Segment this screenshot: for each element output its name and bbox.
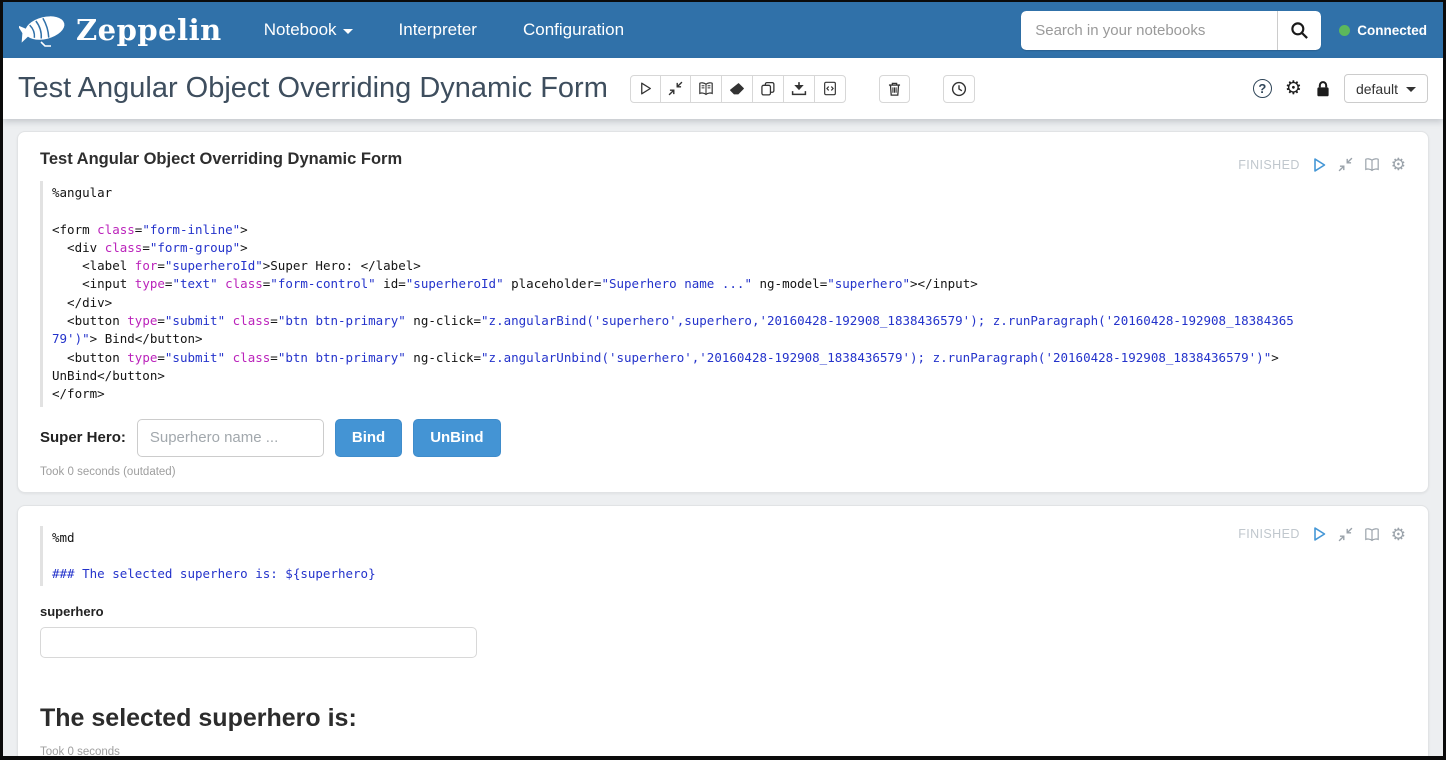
notebook-search	[1021, 11, 1321, 50]
settings-gear-icon: ⚙	[1285, 79, 1302, 98]
zeppelin-brand[interactable]: Zeppelin	[19, 9, 222, 51]
zeppelin-app: Zeppelin Notebook Interpreter Configurat…	[0, 0, 1446, 760]
paragraph-settings-icon[interactable]: ⚙	[1391, 526, 1406, 543]
markdown-output-heading: The selected superhero is:	[40, 704, 1406, 733]
paragraph-settings-icon[interactable]: ⚙	[1391, 156, 1406, 173]
note-settings-button[interactable]: ⚙	[1285, 79, 1302, 98]
code-editor[interactable]: %md ### The selected superhero is: ${sup…	[40, 526, 1406, 587]
paragraph-angular-form: FINISHED ⚙ Test Angular Object Overridin…	[17, 131, 1429, 493]
interpreter-binding-dropdown[interactable]: default	[1344, 74, 1428, 103]
superhero-dynamic-form-input[interactable]	[40, 627, 477, 658]
paragraph-controls: FINISHED ⚙	[1238, 526, 1406, 543]
permissions-button[interactable]	[1315, 80, 1331, 98]
trash-icon	[887, 81, 902, 97]
note-action-bar: Test Angular Object Overriding Dynamic F…	[3, 58, 1443, 119]
note-toolbar-right: ? ⚙ default	[1253, 74, 1428, 103]
clear-output-button[interactable]	[721, 75, 753, 103]
export-note-button[interactable]	[783, 75, 815, 103]
nav-item-configuration[interactable]: Configuration	[523, 20, 624, 40]
collapse-icon	[668, 81, 683, 96]
note-toolbar-group	[630, 75, 846, 103]
collapse-paragraph-icon[interactable]	[1338, 157, 1353, 172]
collapse-all-button[interactable]	[660, 75, 691, 103]
show-editor-icon[interactable]	[1364, 527, 1380, 542]
note-title[interactable]: Test Angular Object Overriding Dynamic F…	[18, 72, 608, 105]
clock-icon	[951, 81, 967, 97]
execution-time: Took 0 seconds (outdated)	[40, 466, 1406, 478]
superhero-input[interactable]	[137, 419, 324, 457]
run-all-paragraphs-button[interactable]	[630, 75, 661, 103]
zeppelin-blimp-icon	[19, 9, 67, 51]
search-input[interactable]	[1021, 11, 1277, 50]
top-navbar: Zeppelin Notebook Interpreter Configurat…	[3, 2, 1443, 58]
run-all-icon	[638, 81, 653, 96]
chevron-down-icon	[1406, 87, 1416, 92]
run-paragraph-icon[interactable]	[1311, 526, 1327, 542]
collapse-paragraph-icon[interactable]	[1338, 527, 1353, 542]
status-badge: FINISHED	[1238, 527, 1300, 541]
scheduler-button[interactable]	[943, 75, 975, 103]
bind-button[interactable]: Bind	[335, 419, 402, 457]
remove-note-button[interactable]	[879, 75, 910, 103]
run-paragraph-icon[interactable]	[1311, 157, 1327, 173]
code-editor[interactable]: %angular <form class="form-inline"> <div…	[40, 181, 1406, 407]
search-button[interactable]	[1277, 11, 1321, 50]
show-editor-icon[interactable]	[1364, 157, 1380, 172]
unbind-button[interactable]: UnBind	[413, 419, 500, 457]
code-download-icon	[822, 81, 838, 96]
superhero-label: Super Hero:	[40, 429, 126, 446]
shortcut-help-button[interactable]: ?	[1253, 79, 1272, 98]
paragraph-markdown: FINISHED ⚙ %md ### The selected superher…	[17, 505, 1429, 760]
connection-label: Connected	[1357, 23, 1427, 38]
paragraph-title: Test Angular Object Overriding Dynamic F…	[40, 150, 1406, 169]
execution-time: Took 0 seconds	[40, 746, 1406, 758]
export-icon	[791, 81, 807, 96]
lock-icon	[1315, 80, 1331, 98]
search-icon	[1290, 21, 1309, 40]
brand-name: Zeppelin	[76, 13, 222, 47]
connected-dot-icon	[1339, 25, 1350, 36]
show-hide-code-button[interactable]	[690, 75, 722, 103]
angular-output-form: Super Hero: Bind UnBind	[40, 419, 1406, 457]
nav-item-notebook[interactable]: Notebook	[264, 20, 353, 40]
nav-item-interpreter[interactable]: Interpreter	[399, 20, 477, 40]
show-code-icon	[698, 81, 714, 96]
superhero-form-label: superhero	[40, 604, 1406, 619]
note-content: FINISHED ⚙ Test Angular Object Overridin…	[3, 119, 1443, 760]
help-icon: ?	[1253, 79, 1272, 98]
chevron-down-icon	[343, 29, 353, 34]
clone-note-button[interactable]	[752, 75, 784, 103]
clone-icon	[760, 81, 776, 96]
connection-status: Connected	[1339, 23, 1427, 38]
paragraph-controls: FINISHED ⚙	[1238, 156, 1406, 173]
status-badge: FINISHED	[1238, 158, 1300, 172]
clear-output-icon	[729, 81, 745, 96]
code-download-button[interactable]	[814, 75, 846, 103]
